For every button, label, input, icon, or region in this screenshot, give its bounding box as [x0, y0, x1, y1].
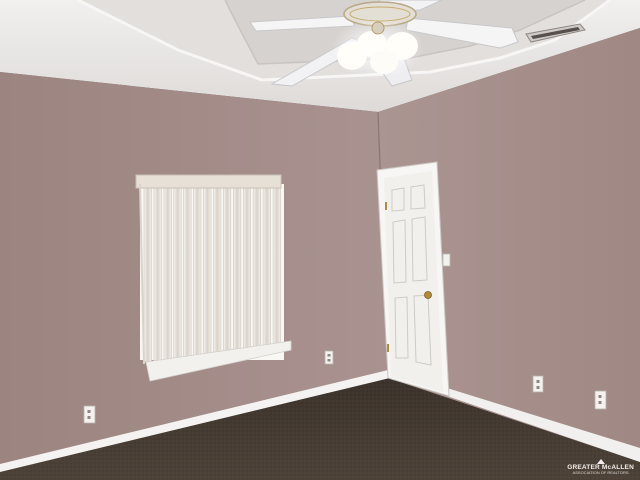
window-blinds [135, 174, 292, 382]
blind-slat [193, 187, 202, 356]
light-switch [442, 253, 451, 267]
door [376, 161, 450, 397]
fan-center [371, 21, 385, 35]
blind-slat [262, 187, 271, 346]
blind-slat [213, 187, 222, 353]
blind-slat [223, 187, 232, 351]
blind-slat [183, 187, 192, 357]
blind-slat [272, 187, 281, 344]
fan-light-globe [370, 50, 398, 74]
blind-slat [233, 187, 242, 350]
blind-slat [153, 187, 162, 361]
door-hinge [387, 344, 389, 352]
blind-slat [252, 187, 261, 347]
blind-slat [163, 187, 172, 360]
watermark-tagline: ASSOCIATION OF REALTORS [572, 470, 629, 475]
blind-slat [203, 187, 212, 354]
wall-outlet [83, 405, 96, 424]
house-icon [596, 458, 605, 464]
blind-slat [173, 187, 182, 359]
door-knob [424, 291, 432, 299]
blind-valance [135, 174, 282, 189]
blind-slat [243, 187, 252, 349]
door-hinge [385, 202, 387, 210]
room-photo [0, 0, 640, 480]
watermark: GREATER McALLEN ASSOCIATION OF REALTORS [567, 458, 634, 476]
wall-outlet [594, 390, 607, 410]
blind-slat [143, 187, 152, 363]
wall-outlet [532, 375, 544, 393]
wall-outlet [324, 350, 334, 365]
